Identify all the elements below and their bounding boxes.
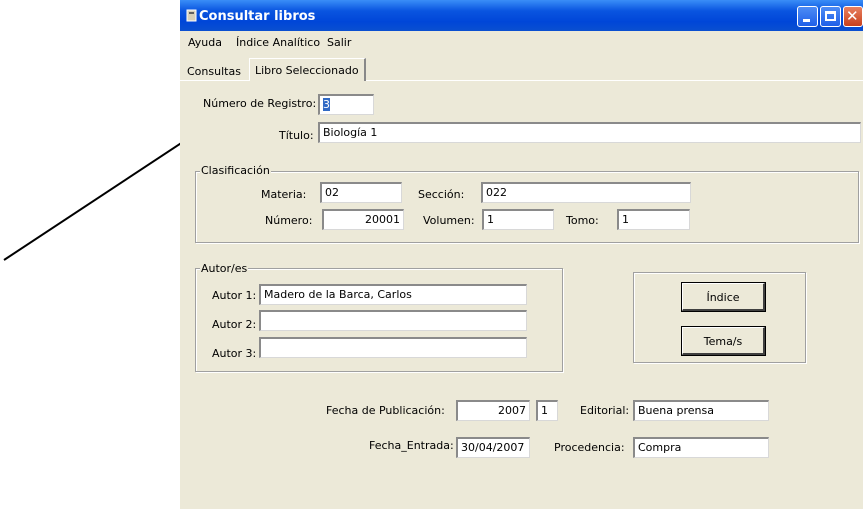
autor-1-label: Autor 1: — [212, 289, 257, 302]
book-icon — [186, 9, 197, 22]
close-icon: ✕ — [846, 7, 859, 25]
menu-salir[interactable]: Salir — [327, 36, 351, 49]
clasificacion-title: Clasificación — [200, 164, 271, 177]
titulo-field[interactable]: Biología 1 — [318, 122, 861, 143]
editorial-label: Editorial: — [580, 404, 630, 417]
tab-libro-seleccionado[interactable]: Libro Seleccionado — [249, 58, 366, 81]
tomo-label: Tomo: — [566, 214, 599, 227]
window-title: Consultar libros — [199, 9, 316, 24]
autor-1-field[interactable]: Madero de la Barca, Carlos — [259, 284, 527, 305]
autor-2-field[interactable] — [259, 310, 527, 331]
numero-label: Número: — [265, 214, 313, 227]
tomo-field[interactable]: 1 — [617, 209, 690, 230]
maximize-icon — [825, 11, 836, 21]
procedencia-label: Procedencia: — [554, 441, 625, 454]
autor-2-label: Autor 2: — [212, 318, 257, 331]
publicacion-year-field[interactable]: 2007 — [456, 400, 530, 421]
editorial-field[interactable]: Buena prensa — [633, 400, 769, 421]
temas-button[interactable]: Tema/s — [681, 326, 766, 356]
titulo-label: Título: — [279, 129, 314, 142]
menu-indice-analitico[interactable]: Índice Analítico — [236, 36, 320, 49]
tab-consultas[interactable]: Consultas — [184, 61, 244, 80]
numero-field[interactable]: 20001 — [322, 209, 404, 230]
minimize-icon — [803, 19, 810, 22]
volumen-label: Volumen: — [423, 214, 475, 227]
application-window: Consultar libros ✕ Ayuda Índice Analític… — [180, 0, 863, 509]
publicacion-extra-field[interactable]: 1 — [536, 400, 558, 421]
fecha-entrada-label: Fecha_Entrada: — [369, 439, 454, 452]
autor-3-field[interactable] — [259, 337, 527, 358]
volumen-field[interactable]: 1 — [482, 209, 554, 230]
registro-field[interactable]: 3 — [318, 94, 374, 115]
seccion-label: Sección: — [418, 188, 465, 201]
indice-button[interactable]: Índice — [681, 282, 766, 312]
autores-title: Autor/es — [200, 262, 249, 275]
publicacion-label: Fecha de Publicación: — [326, 404, 445, 417]
maximize-button[interactable] — [820, 6, 841, 27]
materia-label: Materia: — [261, 188, 307, 201]
close-button[interactable]: ✕ — [843, 6, 863, 27]
minimize-button[interactable] — [797, 6, 818, 27]
menu-ayuda[interactable]: Ayuda — [188, 36, 222, 49]
title-bar[interactable]: Consultar libros ✕ — [180, 0, 863, 31]
registro-label: Número de Registro: — [203, 97, 317, 110]
seccion-field[interactable]: 022 — [481, 182, 691, 203]
materia-field[interactable]: 02 — [320, 182, 402, 203]
procedencia-field[interactable]: Compra — [633, 437, 769, 458]
autor-3-label: Autor 3: — [212, 347, 257, 360]
fecha-entrada-field[interactable]: 30/04/2007 — [456, 437, 530, 458]
